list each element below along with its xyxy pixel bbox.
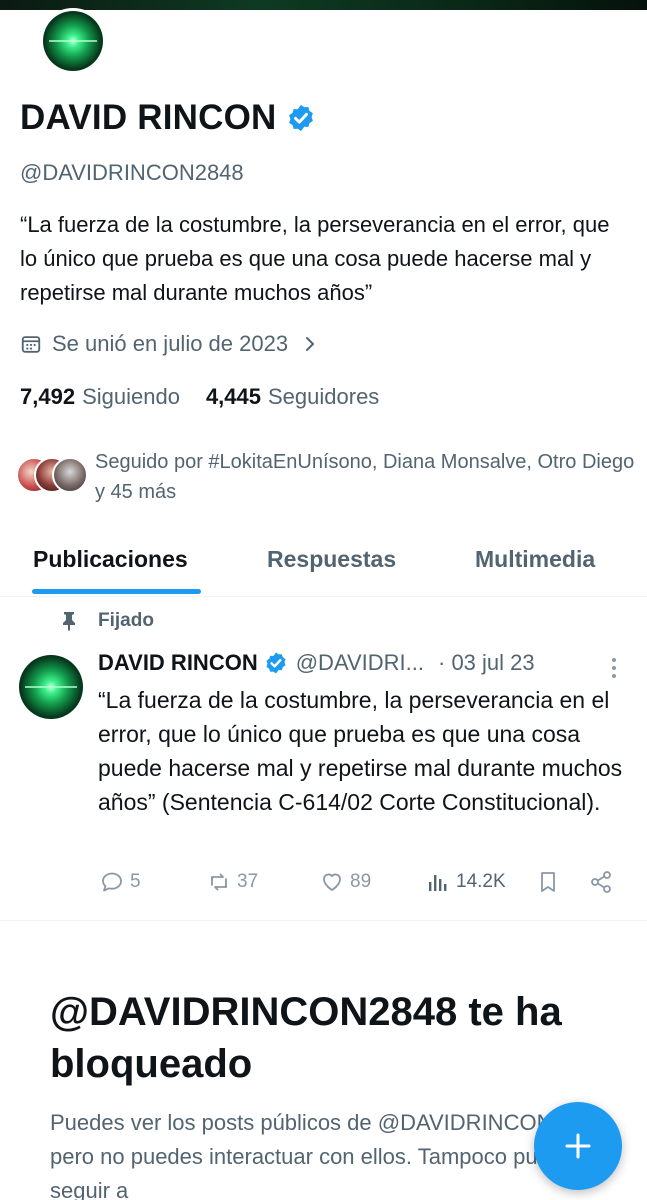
pin-icon	[63, 612, 75, 631]
followed-by-text: Seguido por #LokitaEnUnísono, Diana Mons…	[95, 451, 635, 503]
share-icon[interactable]	[589, 870, 613, 894]
pinned-label-row: Fijado	[60, 610, 154, 632]
following-link[interactable]: 7,492 Siguiendo	[20, 384, 180, 410]
post-author-handle[interactable]: @DAVIDRI...	[296, 650, 424, 676]
views-button[interactable]: 14.2K	[426, 870, 506, 894]
views-count: 14.2K	[456, 871, 506, 892]
profile-name-row: DAVID RINCON	[20, 98, 316, 138]
post-author-name[interactable]: DAVID RINCON	[98, 650, 258, 676]
plus-icon	[565, 1133, 591, 1159]
compose-button[interactable]	[534, 1102, 622, 1190]
repost-count: 37	[237, 871, 259, 892]
post-actions: 5 37 89 14.2K	[0, 866, 647, 902]
profile-handle: @DAVIDRINCON2848	[20, 160, 244, 185]
more-vertical-icon[interactable]	[604, 655, 624, 681]
reply-count: 5	[130, 871, 141, 892]
views-bar-icon	[429, 875, 447, 891]
profile-bio: “La fuerza de la costumbre, la persevera…	[20, 212, 610, 305]
tab-respuestas[interactable]: Respuestas	[267, 546, 396, 573]
join-date-text: Se unió en julio de 2023	[52, 331, 289, 356]
followers-label: Seguidores	[268, 384, 380, 409]
blocked-title: @DAVIDRINCON2848 te ha bloqueado	[50, 990, 562, 1086]
like-button[interactable]: 89	[320, 870, 371, 894]
followed-by-row[interactable]: Seguido por #LokitaEnUnísono, Diana Mons…	[16, 447, 635, 507]
repost-icon	[211, 873, 227, 891]
tab-multimedia[interactable]: Multimedia	[475, 546, 595, 573]
tab-publicaciones[interactable]: Publicaciones	[33, 546, 188, 573]
follow-stats: 7,492 Siguiendo 4,445 Seguidores	[20, 384, 405, 410]
followers-count: 4,445	[205, 384, 261, 409]
section-divider	[0, 920, 647, 921]
post-avatar[interactable]	[19, 655, 83, 719]
profile-banner[interactable]	[0, 0, 647, 10]
verified-badge-icon[interactable]	[264, 651, 288, 675]
post-text[interactable]: “La fuerza de la costumbre, la persevera…	[98, 683, 633, 819]
follower-avatars	[16, 457, 92, 497]
following-label: Siguiendo	[82, 384, 180, 409]
follower-avatar	[52, 457, 88, 493]
reply-icon	[102, 872, 122, 892]
repost-button[interactable]: 37	[207, 870, 258, 894]
chevron-right-icon[interactable]	[302, 336, 318, 352]
profile-tabs: Publicaciones Respuestas Multimedia	[0, 534, 647, 597]
post-header: DAVID RINCON @DAVIDRI... · 03 jul 23	[98, 650, 638, 676]
bookmark-icon[interactable]	[536, 870, 560, 894]
followers-link[interactable]: 4,445 Seguidores	[206, 384, 379, 410]
join-date-row[interactable]: Se unió en julio de 2023	[20, 331, 318, 357]
reply-button[interactable]: 5	[100, 870, 141, 894]
profile-display-name: DAVID RINCON	[20, 98, 277, 137]
following-count: 7,492	[20, 384, 76, 409]
profile-avatar[interactable]	[40, 8, 106, 74]
calendar-icon	[21, 336, 41, 353]
post-date[interactable]: · 03 jul 23	[438, 650, 535, 676]
verified-badge-icon[interactable]	[286, 103, 316, 133]
pinned-label: Fijado	[98, 610, 154, 631]
like-count: 89	[350, 871, 372, 892]
heart-icon	[323, 873, 341, 891]
active-tab-indicator	[32, 589, 201, 594]
